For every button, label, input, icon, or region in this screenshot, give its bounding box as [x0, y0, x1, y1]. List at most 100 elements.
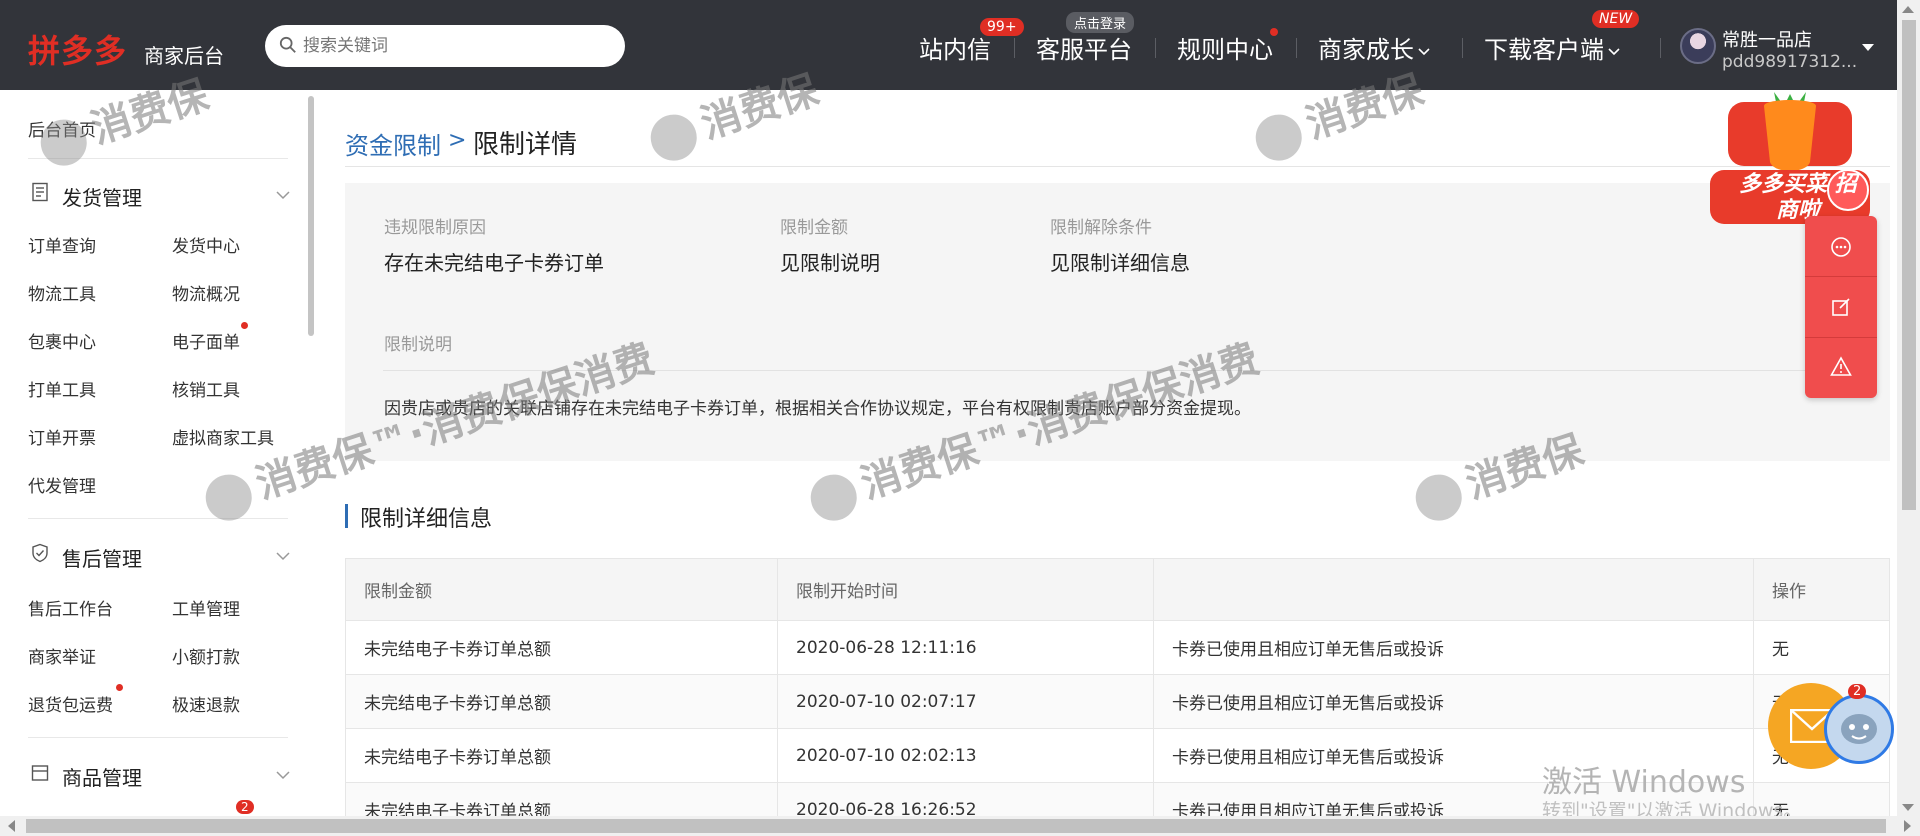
- new-dot: [116, 684, 123, 691]
- nav-separator: [1014, 38, 1015, 58]
- sidebar-item[interactable]: 物流概况: [172, 280, 240, 305]
- horizontal-scroll-thumb[interactable]: [26, 819, 1886, 833]
- table-header-row: 限制金额 限制开始时间 操作: [345, 558, 1890, 621]
- chevron-down-icon: [1418, 48, 1430, 56]
- table-cell: 未完结电子卡券订单总额: [345, 728, 778, 783]
- sidebar-group-goods[interactable]: 商品管理: [62, 762, 142, 791]
- goods-badge: 2: [236, 800, 254, 814]
- nav-separator: [1296, 38, 1297, 58]
- chevron-down-icon[interactable]: [276, 768, 290, 782]
- warning-icon[interactable]: [1830, 356, 1852, 378]
- user-name[interactable]: 常胜一品店: [1722, 26, 1812, 52]
- sidebar-item[interactable]: 退货包运费: [28, 691, 113, 716]
- sidebar-group-aftersales[interactable]: 售后管理: [62, 543, 142, 572]
- breadcrumb-parent[interactable]: 资金限制: [345, 126, 441, 161]
- sidebar-divider: [28, 158, 288, 159]
- sidebar-item[interactable]: 核销工具: [172, 376, 240, 401]
- nav-download-label: 下载客户端: [1484, 36, 1604, 64]
- sidebar-item[interactable]: 订单查询: [28, 232, 96, 257]
- reason-value: 存在未完结电子卡券订单: [384, 251, 604, 275]
- condition-value: 见限制详细信息: [1050, 251, 1190, 275]
- nav-separator: [1155, 38, 1156, 58]
- table-cell: 卡券已使用且相应订单无售后或投诉: [1153, 674, 1754, 729]
- scroll-right-arrow-icon[interactable]: [1904, 820, 1911, 832]
- sidebar-item[interactable]: 虚拟商家工具: [172, 424, 274, 449]
- table-cell: 2020-06-28 12:11:16: [777, 620, 1154, 675]
- table-row: 未完结电子卡券订单总额 2020-06-28 12:11:16 卡券已使用且相应…: [345, 620, 1890, 675]
- chat-icon[interactable]: [1830, 236, 1852, 258]
- table-cell: 卡券已使用且相应订单无售后或投诉: [1153, 620, 1754, 675]
- assistant-robot-button[interactable]: [1824, 694, 1894, 764]
- nav-inbox[interactable]: 站内信: [919, 30, 991, 65]
- amount-label: 限制金额: [780, 218, 848, 238]
- sidebar-item[interactable]: 物流工具: [28, 280, 96, 305]
- document-icon: [32, 182, 48, 202]
- page-title: 限制详情: [473, 130, 578, 160]
- table-cell: 未完结电子卡券订单总额: [345, 674, 778, 729]
- sidebar-item[interactable]: 售后工作台: [28, 595, 113, 620]
- table-cell: 2020-07-10 02:07:17: [777, 674, 1154, 729]
- nav-rules[interactable]: 规则中心: [1177, 30, 1273, 65]
- table-cell: 2020-07-10 02:02:13: [777, 728, 1154, 783]
- nav-service[interactable]: 客服平台: [1036, 30, 1132, 65]
- chevron-down-icon: [1608, 48, 1620, 56]
- table-row: 未完结电子卡券订单总额 2020-07-10 02:07:17 卡券已使用且相应…: [345, 674, 1890, 729]
- scroll-down-arrow-icon[interactable]: [1902, 804, 1914, 811]
- scroll-up-arrow-icon[interactable]: [1902, 6, 1914, 13]
- sidebar-item[interactable]: 订单开票: [28, 424, 96, 449]
- nav-separator: [1462, 38, 1463, 58]
- avatar[interactable]: [1680, 28, 1716, 64]
- condition-label: 限制解除条件: [1050, 218, 1152, 238]
- service-login-badge[interactable]: 点击登录: [1066, 12, 1135, 33]
- chevron-down-icon[interactable]: [276, 549, 290, 563]
- floating-bar-divider: [1805, 337, 1877, 338]
- sidebar-item[interactable]: 打单工具: [28, 376, 96, 401]
- sidebar-group-shipping[interactable]: 发货管理: [62, 182, 142, 211]
- inbox-badge: 99+: [980, 18, 1024, 36]
- windows-activation-title: 激活 Windows: [1542, 765, 1746, 800]
- column-header: [1153, 558, 1754, 621]
- nav-growth-label: 商家成长: [1318, 36, 1414, 64]
- sidebar-item[interactable]: 发货中心: [172, 232, 240, 257]
- breadcrumb-separator: >: [448, 128, 467, 153]
- section-title: 限制详细信息: [360, 507, 493, 532]
- sidebar-item[interactable]: 工单管理: [172, 595, 240, 620]
- sidebar-item[interactable]: 小额打款: [172, 643, 240, 668]
- table-cell: 无: [1753, 620, 1890, 675]
- amount-value: 见限制说明: [780, 251, 880, 275]
- pinduoduo-logo[interactable]: 拼多多: [28, 26, 127, 72]
- search-icon: [279, 36, 296, 53]
- sidebar-item[interactable]: 代发管理: [28, 472, 96, 497]
- description-text: 因贵店或贵店的关联店铺存在未完结电子卡券订单，根据相关合作协议规定，平台有权限制…: [384, 399, 1251, 419]
- sidebar-divider: [28, 518, 288, 519]
- user-id[interactable]: pdd98917312...: [1722, 52, 1857, 72]
- sidebar-item[interactable]: 商家举证: [28, 643, 96, 668]
- table-cell: 未完结电子卡券订单总额: [345, 620, 778, 675]
- floating-bar-divider: [1805, 276, 1877, 277]
- sidebar-item-home[interactable]: 后台首页: [28, 116, 96, 141]
- download-new-badge: NEW: [1592, 10, 1640, 28]
- section-accent-bar: [345, 504, 348, 528]
- column-header: 操作: [1753, 558, 1890, 621]
- search-input[interactable]: [303, 33, 603, 59]
- chevron-down-icon[interactable]: [276, 188, 290, 202]
- new-dot: [241, 322, 248, 329]
- sidebar-item[interactable]: 电子面单: [172, 328, 240, 353]
- vertical-scroll-thumb[interactable]: [1902, 20, 1916, 510]
- merchant-backend-label: 商家后台: [144, 44, 224, 68]
- sidebar-divider: [28, 737, 288, 738]
- nav-separator: [1660, 38, 1661, 58]
- edit-icon[interactable]: [1830, 296, 1852, 318]
- reason-label: 违规限制原因: [384, 218, 486, 238]
- sidebar-item[interactable]: 极速退款: [172, 691, 240, 716]
- search-box[interactable]: [265, 25, 625, 67]
- user-menu-caret-icon[interactable]: [1862, 44, 1874, 51]
- sidebar-item[interactable]: 包裹中心: [28, 328, 96, 353]
- robot-icon: [1841, 714, 1877, 744]
- column-header: 限制开始时间: [777, 558, 1154, 621]
- box-icon: [31, 765, 49, 781]
- nav-growth[interactable]: 商家成长: [1318, 30, 1430, 65]
- scroll-left-arrow-icon[interactable]: [8, 820, 15, 832]
- rules-dot: [1270, 28, 1278, 36]
- nav-download[interactable]: 下载客户端: [1484, 30, 1620, 65]
